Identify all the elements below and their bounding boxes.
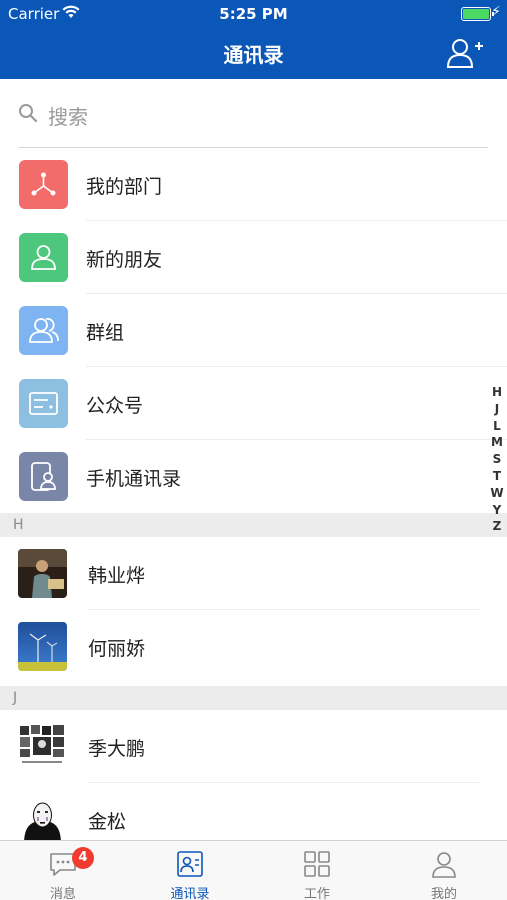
department-icon — [19, 160, 68, 209]
grid-icon — [304, 851, 330, 877]
contact-name: 金松 — [88, 811, 127, 833]
tab-profile[interactable]: 我的 — [381, 841, 507, 900]
clock: 5:25 PM — [219, 5, 288, 23]
tab-label: 我的 — [430, 887, 457, 900]
search-bar[interactable]: 搜索 — [18, 96, 488, 132]
index-letter-w[interactable]: W — [490, 485, 504, 502]
windmill-avatar — [18, 622, 67, 671]
official-account-icon — [19, 379, 68, 428]
menu-item-label: 手机通讯录 — [86, 468, 182, 490]
menu-item-new-friends[interactable]: 新的朋友 — [0, 221, 507, 294]
add-contact-icon — [446, 39, 483, 68]
contact-name: 何丽娇 — [88, 638, 146, 660]
section-header-h: H — [0, 513, 507, 537]
alphabet-index[interactable]: HJLMSTWYZ — [490, 384, 504, 535]
menu-item-label: 新的朋友 — [86, 249, 163, 271]
photo-avatar — [18, 549, 67, 598]
menu-item-label: 我的部门 — [86, 176, 163, 198]
menu-item-department[interactable]: 我的部门 — [0, 148, 507, 221]
contact-row[interactable]: 韩业烨 — [0, 537, 507, 610]
noface-avatar — [18, 795, 67, 844]
index-letter-l[interactable]: L — [490, 418, 504, 435]
profile-icon — [432, 852, 456, 878]
tab-label: 通讯录 — [170, 887, 210, 900]
page-title: 通讯录 — [223, 43, 284, 67]
search-input[interactable]: 搜索 — [48, 101, 88, 130]
person-icon — [19, 233, 68, 282]
add-contact-button[interactable] — [446, 37, 483, 69]
menu-item-official-accounts[interactable]: 公众号 — [0, 367, 507, 440]
tab-messages[interactable]: 4 消息 — [0, 841, 126, 900]
status-bar: Carrier 5:25 PM ⚡ — [0, 0, 507, 28]
menu-item-groups[interactable]: 群组 — [0, 294, 507, 367]
section-header-j: J — [0, 686, 507, 710]
unread-badge: 4 — [72, 847, 94, 869]
index-letter-j[interactable]: J — [490, 401, 504, 418]
battery-icon — [461, 7, 494, 21]
index-letter-h[interactable]: H — [490, 384, 504, 401]
tab-bar: 4 消息 通讯录 工作 我的 — [0, 840, 507, 900]
search-icon — [18, 103, 38, 127]
collage-avatar — [18, 722, 67, 771]
tab-work[interactable]: 工作 — [254, 841, 380, 900]
group-icon — [19, 306, 68, 355]
index-letter-t[interactable]: T — [490, 468, 504, 485]
menu-item-label: 群组 — [86, 322, 125, 344]
index-letter-m[interactable]: M — [490, 434, 504, 451]
index-letter-y[interactable]: Y — [490, 502, 504, 519]
tab-contacts[interactable]: 通讯录 — [127, 841, 253, 900]
top-bar: Carrier 5:25 PM ⚡ 通讯录 — [0, 0, 507, 79]
contact-row[interactable]: 季大鹏 — [0, 710, 507, 783]
contacts-icon — [177, 851, 203, 877]
tab-label: 工作 — [303, 887, 330, 900]
menu-item-label: 公众号 — [86, 395, 144, 417]
phone-contacts-icon — [19, 452, 68, 501]
tab-label: 消息 — [49, 887, 76, 900]
index-letter-s[interactable]: S — [490, 451, 504, 468]
menu-item-phone-contacts[interactable]: 手机通讯录 — [0, 440, 507, 513]
contact-row[interactable]: 何丽娇 — [0, 610, 507, 683]
contact-name: 季大鹏 — [88, 738, 146, 760]
index-letter-z[interactable]: Z — [490, 518, 504, 535]
contact-name: 韩业烨 — [88, 565, 146, 587]
bolt-icon: ⚡ — [491, 4, 501, 20]
battery-fill — [463, 9, 489, 19]
